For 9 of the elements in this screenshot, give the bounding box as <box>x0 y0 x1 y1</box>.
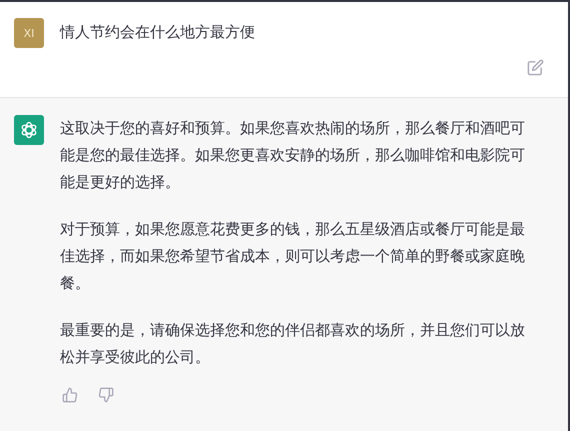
thumbs-up-icon[interactable] <box>62 387 78 403</box>
answer-paragraph: 对于预算，如果您愿意花费更多的钱，那么五星级酒店或餐厅可能是最佳选择，而如果您希望节省成本，则可以考虑一个简单的野餐或家庭晚餐。 <box>60 219 526 294</box>
edit-icon[interactable] <box>527 59 544 76</box>
answer-paragraph: 这取决于您的喜好和预算。如果您喜欢热闹的场所，那么餐厅和酒吧可能是您的最佳选择。如果您更喜欢安静的场所，那么咖啡馆和电影院可能是更好的选择。 <box>60 118 526 193</box>
knot-logo-icon <box>19 120 39 140</box>
answer-paragraph: 最重要的是，请确保选择您和您的伴侣都喜欢的场所，并且您们可以放松并享受彼此的公司。 <box>60 320 526 368</box>
user-avatar: XI <box>14 18 44 48</box>
user-message: 情人节约会在什么地方最方便 <box>60 22 255 43</box>
thumbs-down-icon[interactable] <box>98 387 114 403</box>
